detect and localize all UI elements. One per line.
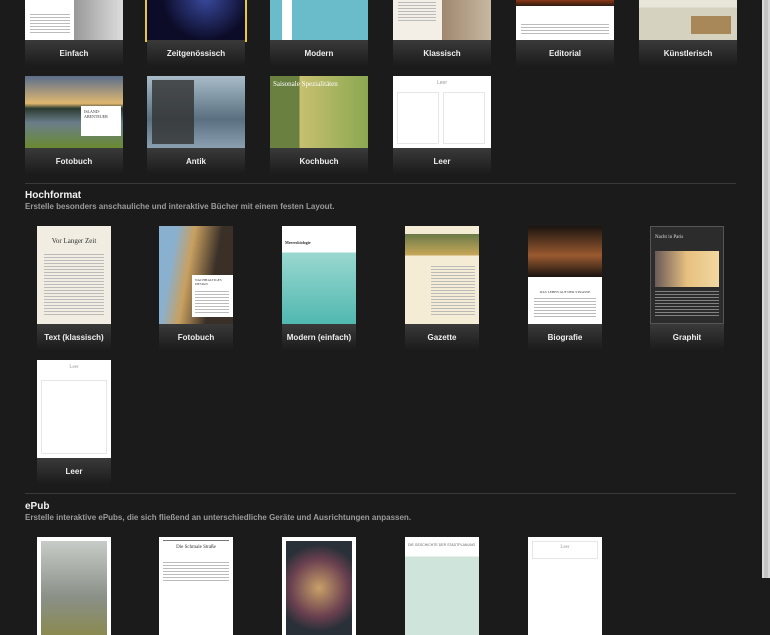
section-divider <box>25 183 736 184</box>
template-thumbnail <box>147 76 245 148</box>
template-thumbnail: Nacht in Paris <box>650 226 724 324</box>
template-label: Zeitgenössisch <box>166 49 226 58</box>
template-thumbnail <box>270 0 368 40</box>
template-thumbnail: NACHHALTIGES DESIGN <box>159 226 233 324</box>
template-thumbnail <box>37 537 111 635</box>
template-thumbnail: Leer <box>37 360 111 458</box>
section-subtitle-hochformat: Erstelle besonders anschauliche und inte… <box>25 202 335 211</box>
template-label: Leer <box>65 467 83 476</box>
template-thumbnail <box>393 0 491 40</box>
template-thumbnail: Vor Langer Zeit <box>37 226 111 324</box>
section-title-hochformat: Hochformat <box>25 190 82 201</box>
template-thumbnail: Die Schmale Straße <box>159 537 233 635</box>
template-thumbnail <box>516 0 614 40</box>
scrollbar[interactable] <box>762 0 770 578</box>
template-label: Modern (einfach) <box>286 333 352 342</box>
template-label: Modern <box>304 49 334 58</box>
template-label: Künstlerisch <box>663 49 713 58</box>
template-label: Gazette <box>427 333 457 342</box>
section-title-epub: ePub <box>25 501 50 512</box>
template-label: Antik <box>186 157 206 166</box>
template-label: Editorial <box>548 49 581 58</box>
template-thumbnail <box>282 537 356 635</box>
template-thumbnail <box>639 0 737 40</box>
template-label: Graphit <box>672 333 702 342</box>
template-label: Biografie <box>547 333 583 342</box>
template-thumbnail: DIE GESCHICHTE DER STADTPLANUNG <box>405 537 479 635</box>
template-thumbnail <box>145 0 247 42</box>
template-thumbnail: Leer <box>393 76 491 148</box>
template-label: Fotobuch <box>177 333 215 342</box>
template-label: Text (klassisch) <box>44 333 104 342</box>
template-thumbnail: Leer <box>528 537 602 635</box>
template-label: Leer <box>433 157 451 166</box>
template-thumbnail: Saisonale Spezialitäten <box>270 76 368 148</box>
template-thumbnail: ISLAND-ABENTEUER <box>25 76 123 148</box>
template-thumbnail: Meeresbiologie <box>282 226 356 324</box>
template-label: Kochbuch <box>299 157 339 166</box>
scrollbar-thumb[interactable] <box>764 0 768 578</box>
section-divider <box>25 493 736 494</box>
template-label: Fotobuch <box>55 157 93 166</box>
template-label: Einfach <box>59 49 89 58</box>
template-label: Klassisch <box>423 49 461 58</box>
template-thumbnail: DAS LEBEN AUF DER STRASSE <box>528 226 602 324</box>
section-subtitle-epub: Erstelle interaktive ePubs, die sich fli… <box>25 513 412 522</box>
template-thumbnail <box>405 226 479 324</box>
template-thumbnail <box>25 0 123 40</box>
